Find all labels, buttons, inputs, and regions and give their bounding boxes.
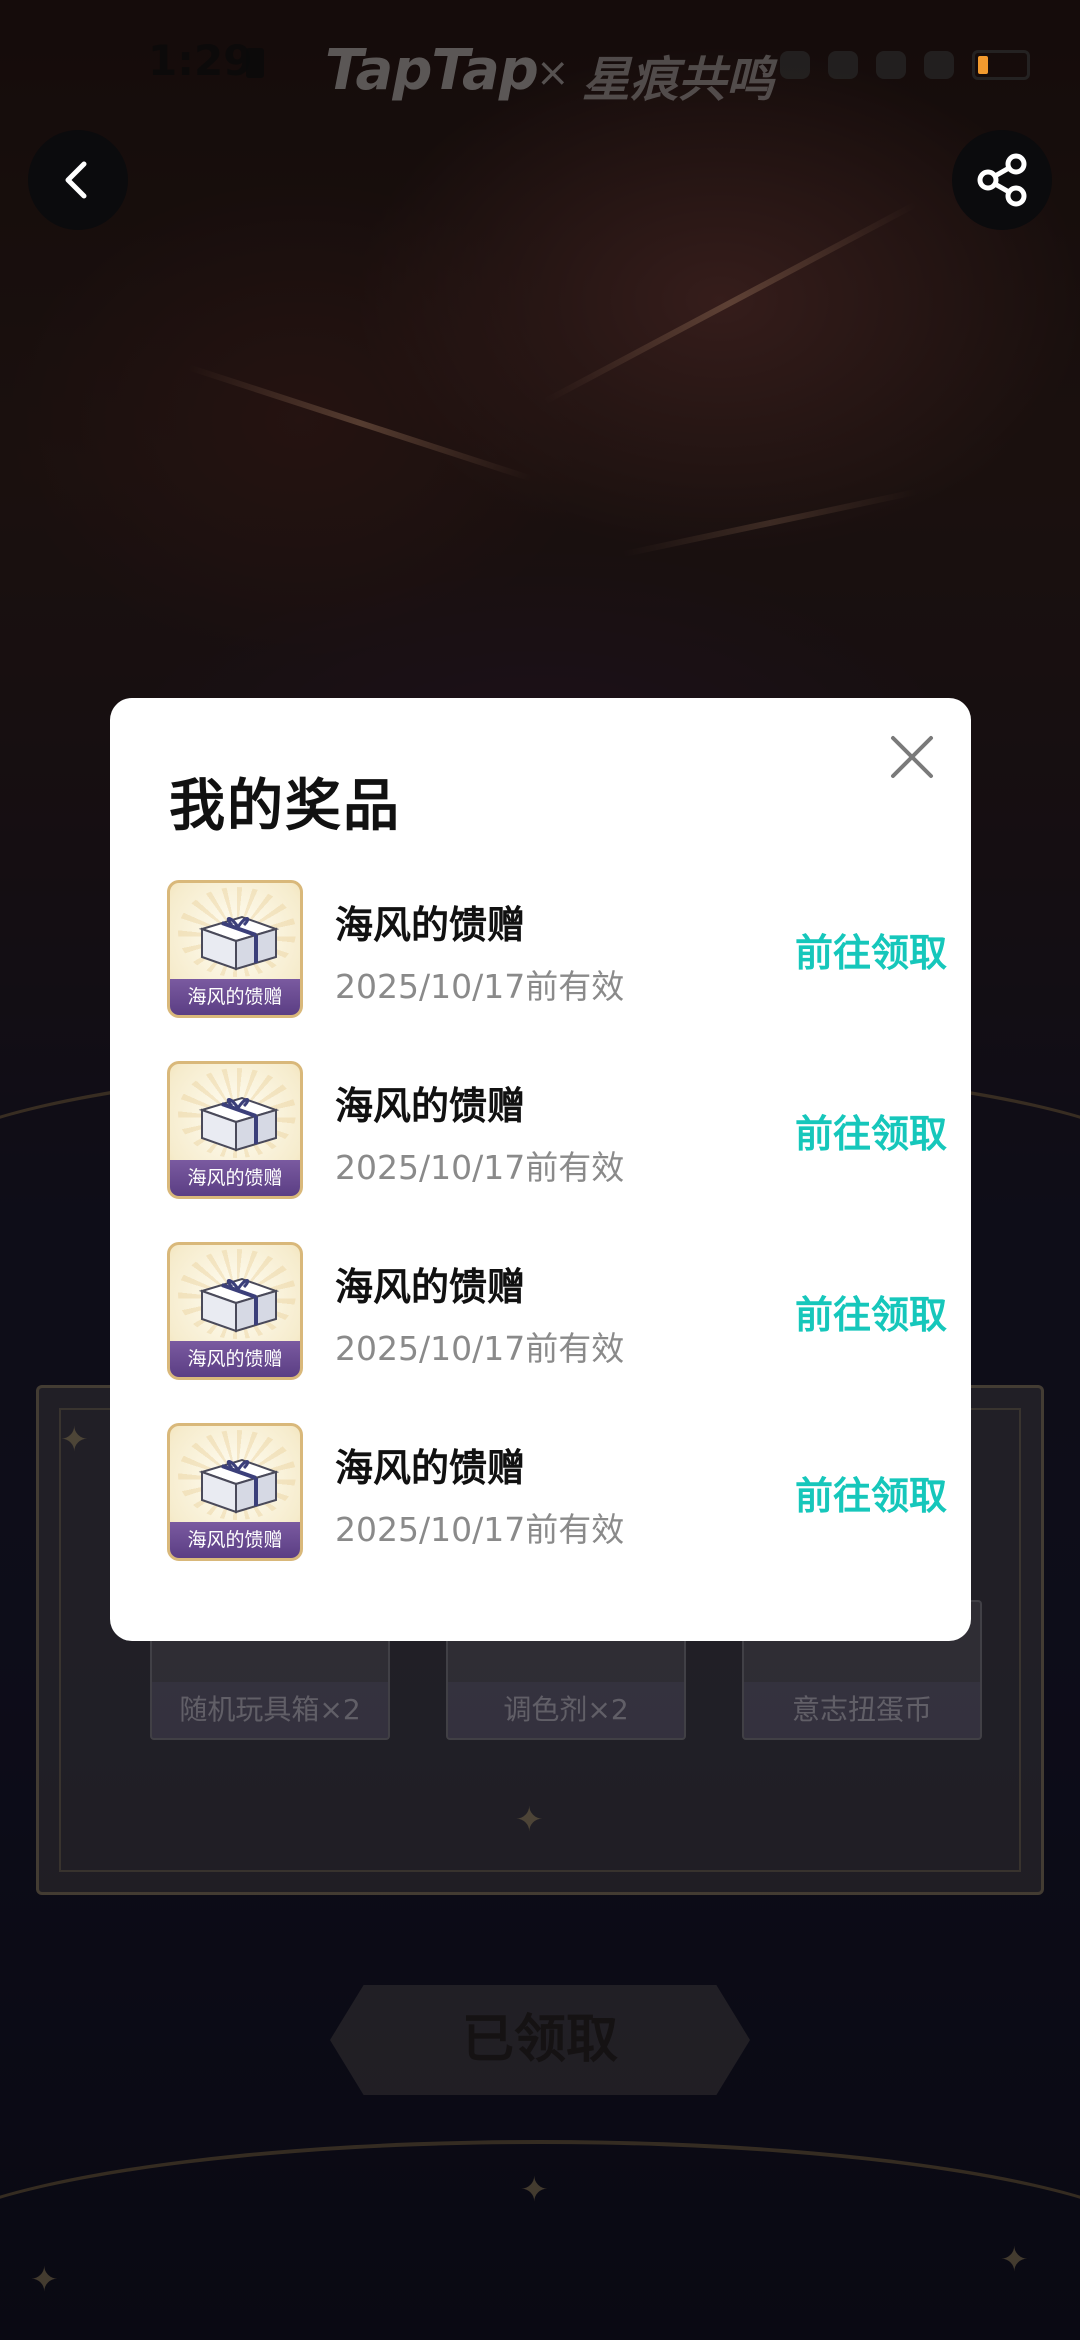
close-icon	[891, 736, 933, 778]
prize-item: 海风的馈赠 海风的馈赠 2025/10/17前有效 前往领取	[167, 880, 947, 1061]
prize-thumbnail: 海风的馈赠	[167, 1242, 303, 1380]
prize-item: 海风的馈赠 海风的馈赠 2025/10/17前有效 前往领取	[167, 1061, 947, 1242]
prize-thumbnail: 海风的馈赠	[167, 1423, 303, 1561]
prize-expiry: 2025/10/17前有效	[335, 1510, 625, 1549]
prize-expiry: 2025/10/17前有效	[335, 1148, 625, 1187]
lock-icon	[246, 48, 264, 78]
share-icon	[977, 153, 1027, 207]
status-bar: 1:29 TapTap × 星痕共鸣	[0, 0, 1080, 140]
thumbnail-label: 海风的馈赠	[170, 979, 300, 1015]
prize-thumbnail: 海风的馈赠	[167, 1061, 303, 1199]
thumbnail-label: 海风的馈赠	[170, 1341, 300, 1377]
battery-icon	[972, 50, 1030, 80]
battery-level	[978, 56, 988, 74]
prize-name: 海风的馈赠	[335, 903, 526, 947]
status-time: 1:29	[148, 36, 253, 85]
prize-expiry: 2025/10/17前有效	[335, 1329, 625, 1368]
brand-logo: TapTap	[325, 38, 539, 103]
prize-name: 海风的馈赠	[335, 1265, 526, 1309]
collab-separator: ×	[536, 50, 570, 96]
close-button[interactable]	[887, 732, 937, 782]
prize-expiry: 2025/10/17前有效	[335, 967, 625, 1006]
signal-icon	[924, 51, 954, 79]
status-icons	[780, 50, 1030, 80]
prize-list: 海风的馈赠 海风的馈赠 2025/10/17前有效 前往领取 海风的馈赠 海风的…	[167, 880, 947, 1604]
eye-icon	[780, 51, 810, 79]
mute-icon	[828, 51, 858, 79]
gift-box-icon	[198, 1458, 280, 1514]
prize-thumbnail: 海风的馈赠	[167, 880, 303, 1018]
wifi-icon	[876, 51, 906, 79]
my-prizes-dialog: 我的奖品 海风的馈赠 海风的馈赠 2025/10/17前有效 前往领取 海风的馈…	[110, 698, 971, 1641]
thumbnail-label: 海风的馈赠	[170, 1160, 300, 1196]
prize-name: 海风的馈赠	[335, 1084, 526, 1128]
chevron-left-icon	[65, 161, 87, 199]
gift-box-icon	[198, 915, 280, 971]
back-button[interactable]	[28, 130, 128, 230]
share-button[interactable]	[952, 130, 1052, 230]
go-claim-button[interactable]: 前往领取	[795, 1103, 947, 1158]
go-claim-button[interactable]: 前往领取	[795, 922, 947, 977]
prize-name: 海风的馈赠	[335, 1446, 526, 1490]
gift-box-icon	[198, 1096, 280, 1152]
prize-item: 海风的馈赠 海风的馈赠 2025/10/17前有效 前往领取	[167, 1242, 947, 1423]
gift-box-icon	[198, 1277, 280, 1333]
go-claim-button[interactable]: 前往领取	[795, 1284, 947, 1339]
game-logo: 星痕共鸣	[582, 52, 775, 108]
dialog-title: 我的奖品	[169, 774, 401, 839]
thumbnail-label: 海风的馈赠	[170, 1522, 300, 1558]
prize-item: 海风的馈赠 海风的馈赠 2025/10/17前有效 前往领取	[167, 1423, 947, 1604]
go-claim-button[interactable]: 前往领取	[795, 1465, 947, 1520]
